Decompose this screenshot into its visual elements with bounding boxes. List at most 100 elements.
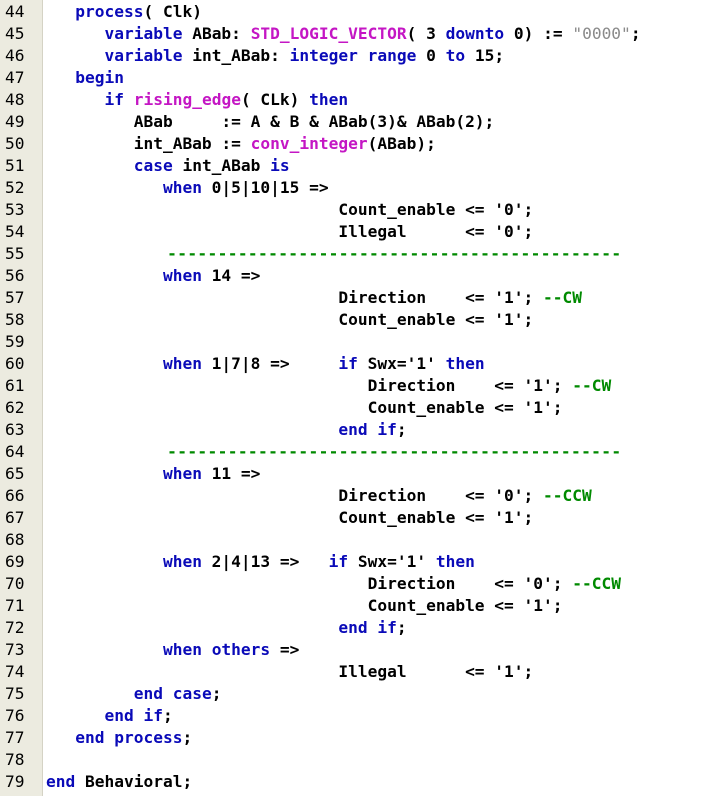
code-token: ; xyxy=(396,420,407,439)
code-line[interactable]: 45 variable ABab: STD_LOGIC_VECTOR( 3 do… xyxy=(0,23,724,45)
code-token: ABab: xyxy=(182,24,251,43)
code-token: others xyxy=(211,640,271,659)
code-line[interactable]: 52 when 0|5|10|15 => xyxy=(0,177,724,199)
code-line[interactable]: 74 Illegal <= '1'; xyxy=(0,661,724,683)
code-token: ; xyxy=(182,728,193,747)
code-line[interactable]: 55 -------------------------------------… xyxy=(0,243,724,265)
line-number: 52 xyxy=(5,178,25,197)
code-token: ----------------------------------------… xyxy=(46,244,622,263)
code-token: --CCW xyxy=(572,574,622,593)
code-token: ; xyxy=(162,706,173,725)
code-text: int_ABab := conv_integer(ABab); xyxy=(46,133,436,155)
code-token: int_ABab xyxy=(172,156,271,175)
code-line[interactable]: 66 Direction <= '0'; --CCW xyxy=(0,485,724,507)
code-line[interactable]: 70 Direction <= '0'; --CCW xyxy=(0,573,724,595)
code-token: ABab := A & B & ABab(3)& ABab(2); xyxy=(46,112,495,131)
code-line[interactable]: 61 Direction <= '1'; --CW xyxy=(0,375,724,397)
code-token: Direction <= '1'; xyxy=(46,288,544,307)
code-line[interactable]: 47 begin xyxy=(0,67,724,89)
code-token: if xyxy=(104,90,124,109)
line-number: 61 xyxy=(5,376,25,395)
code-text: when others => xyxy=(46,639,299,661)
code-line[interactable]: 57 Direction <= '1'; --CW xyxy=(0,287,724,309)
line-number: 58 xyxy=(5,310,25,329)
code-token: 0|5|10|15 => xyxy=(201,178,329,197)
line-number: 47 xyxy=(5,68,25,87)
code-line[interactable]: 46 variable int_ABab: integer range 0 to… xyxy=(0,45,724,67)
code-line[interactable]: 54 Illegal <= '0'; xyxy=(0,221,724,243)
code-token: Count_enable <= '1'; xyxy=(46,398,563,417)
code-text: begin xyxy=(46,67,124,89)
code-line[interactable]: 50 int_ABab := conv_integer(ABab); xyxy=(0,133,724,155)
line-number: 74 xyxy=(5,662,25,681)
line-number: 68 xyxy=(5,530,25,549)
line-number: 62 xyxy=(5,398,25,417)
code-token: if xyxy=(328,552,349,571)
code-text: Count_enable <= '0'; xyxy=(46,199,533,221)
code-line[interactable]: 76 end if; xyxy=(0,705,724,727)
code-token: when xyxy=(162,464,202,483)
code-text: when 0|5|10|15 => xyxy=(46,177,329,199)
code-line[interactable]: 77 end process; xyxy=(0,727,724,749)
code-line[interactable]: 79 end Behavioral; xyxy=(0,771,724,793)
code-line[interactable]: 59 xyxy=(0,331,724,353)
code-token: Direction <= '0'; xyxy=(46,486,544,505)
code-line[interactable]: 71 Count_enable <= '1'; xyxy=(0,595,724,617)
code-line[interactable]: 67 Count_enable <= '1'; xyxy=(0,507,724,529)
code-line[interactable]: 60 when 1|7|8 => if Swx='1' then xyxy=(0,353,724,375)
line-number: 49 xyxy=(5,112,25,131)
line-number: 54 xyxy=(5,222,25,241)
code-token: variable xyxy=(104,24,183,43)
code-token: Count_enable <= '1'; xyxy=(46,310,534,329)
code-token: "0000" xyxy=(572,24,631,43)
code-line[interactable]: 62 Count_enable <= '1'; xyxy=(0,397,724,419)
code-line[interactable]: 63 end if; xyxy=(0,419,724,441)
line-number: 60 xyxy=(5,354,25,373)
code-line[interactable]: 49 ABab := A & B & ABab(3)& ABab(2); xyxy=(0,111,724,133)
code-line[interactable]: 78 xyxy=(0,749,724,771)
code-line[interactable]: 68 xyxy=(0,529,724,551)
code-token: ( CLk) xyxy=(240,90,310,109)
code-line[interactable]: 65 when 11 => xyxy=(0,463,724,485)
code-token: 14 => xyxy=(201,266,261,285)
code-line[interactable]: 48 if rising_edge( CLk) then xyxy=(0,89,724,111)
code-token: end if xyxy=(338,618,397,637)
code-line[interactable]: 69 when 2|4|13 => if Swx='1' then xyxy=(0,551,724,573)
code-text: Count_enable <= '1'; xyxy=(46,397,563,419)
code-editor[interactable]: 44 process( Clk) 45 variable ABab: STD_LO… xyxy=(0,0,724,796)
code-line[interactable]: 53 Count_enable <= '0'; xyxy=(0,199,724,221)
code-token: int_ABab: xyxy=(182,46,290,65)
code-line[interactable]: 44 process( Clk) xyxy=(0,1,724,23)
code-text: if rising_edge( CLk) then xyxy=(46,89,348,111)
code-token: Direction <= '1'; xyxy=(46,376,573,395)
code-line[interactable]: 58 Count_enable <= '1'; xyxy=(0,309,724,331)
code-token: Swx='1' xyxy=(348,552,436,571)
line-number: 72 xyxy=(5,618,25,637)
code-text: Direction <= '0'; --CCW xyxy=(46,485,591,507)
line-number: 78 xyxy=(5,750,25,769)
code-line[interactable]: 64 -------------------------------------… xyxy=(0,441,724,463)
code-token: if xyxy=(338,354,358,373)
code-line[interactable]: 51 case int_ABab is xyxy=(0,155,724,177)
line-number: 70 xyxy=(5,574,25,593)
code-line[interactable]: 56 when 14 => xyxy=(0,265,724,287)
code-line[interactable]: 75 end case; xyxy=(0,683,724,705)
code-text: ABab := A & B & ABab(3)& ABab(2); xyxy=(46,111,495,133)
code-token: when xyxy=(162,552,202,571)
code-line[interactable]: 73 when others => xyxy=(0,639,724,661)
code-token: when xyxy=(162,640,202,659)
code-line[interactable]: 72 end if; xyxy=(0,617,724,639)
code-text: when 14 => xyxy=(46,265,260,287)
line-number: 50 xyxy=(5,134,25,153)
code-token: when xyxy=(162,266,202,285)
code-text: Direction <= '1'; --CW xyxy=(46,375,612,397)
